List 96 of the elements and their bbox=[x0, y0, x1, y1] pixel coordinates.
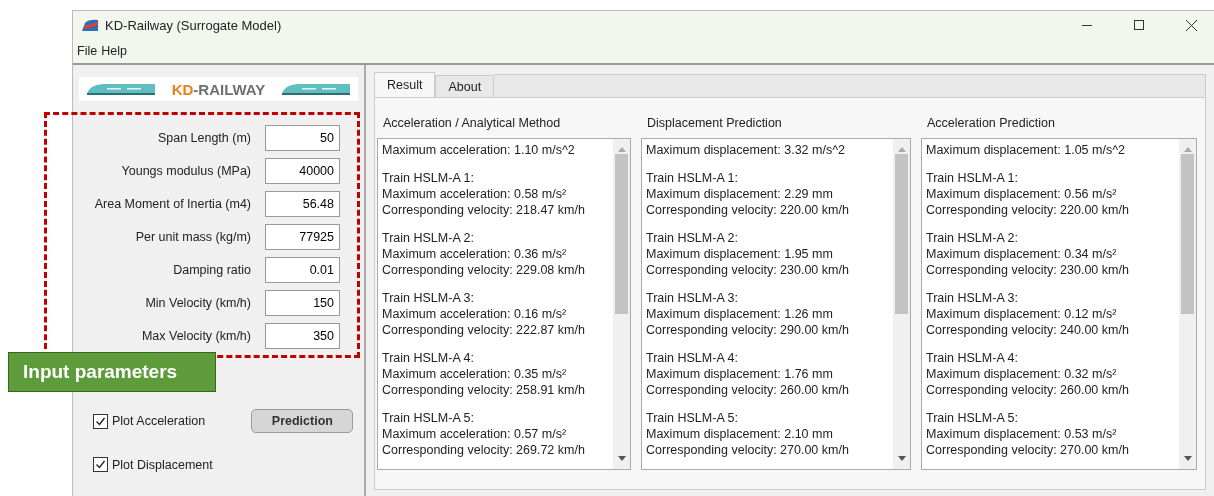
close-icon bbox=[1185, 19, 1197, 31]
result-line: Train HSLM-A 3: bbox=[926, 290, 1019, 306]
result-line: Train HSLM-A 2: bbox=[646, 230, 739, 246]
app-icon bbox=[81, 18, 99, 32]
result-line: Maximum acceleration: 0.16 m/s² bbox=[382, 306, 568, 322]
scroll-up-icon bbox=[617, 147, 626, 152]
input-field[interactable]: 77925 bbox=[265, 224, 340, 250]
result-line: Train HSLM-A 5: bbox=[646, 410, 739, 426]
result-line: Corresponding velocity: 220.00 km/h bbox=[926, 202, 1130, 218]
result-line: Maximum displacement: 1.05 m/s^2 bbox=[926, 142, 1126, 158]
check-icon bbox=[94, 458, 107, 471]
result-line: Corresponding velocity: 240.00 km/h bbox=[926, 322, 1130, 338]
scroll-thumb[interactable] bbox=[615, 154, 628, 314]
result-line: Maximum displacement: 3.32 m/s^2 bbox=[646, 142, 846, 158]
minimize-icon bbox=[1082, 24, 1092, 26]
field-label: Min Velocity (km/h) bbox=[145, 296, 251, 310]
window-title: KD-Railway (Surrogate Model) bbox=[105, 17, 283, 33]
result-line: Corresponding velocity: 220.00 km/h bbox=[646, 202, 850, 218]
field-label: Per unit mass (kg/m) bbox=[135, 230, 251, 244]
result-line: Train HSLM-A 2: bbox=[382, 230, 475, 246]
scroll-up-icon bbox=[897, 147, 906, 152]
checkbox-option[interactable]: Plot Acceleration bbox=[93, 413, 206, 429]
result-line: Train HSLM-A 3: bbox=[382, 290, 475, 306]
input-field[interactable]: 50 bbox=[265, 125, 340, 151]
scrollbar[interactable] bbox=[893, 139, 910, 469]
column-title: Acceleration / Analytical Method bbox=[382, 116, 562, 130]
result-line: Maximum displacement: 0.53 m/s² bbox=[926, 426, 1118, 442]
tab[interactable]: About bbox=[435, 75, 495, 97]
result-line: Maximum acceleration: 1.10 m/s^2 bbox=[382, 142, 576, 158]
result-line: Maximum displacement: 0.34 m/s² bbox=[926, 246, 1118, 262]
input-field[interactable]: 350 bbox=[265, 323, 340, 349]
checkbox[interactable] bbox=[93, 457, 108, 472]
input-field[interactable]: 0.01 bbox=[265, 257, 340, 283]
field-label: Damping ratio bbox=[173, 263, 251, 277]
result-line: Maximum acceleration: 0.35 m/s² bbox=[382, 366, 568, 382]
result-line: Maximum displacement: 0.12 m/s² bbox=[926, 306, 1118, 322]
scrollbar[interactable] bbox=[613, 139, 630, 469]
input-field[interactable]: 56.48 bbox=[265, 191, 340, 217]
scroll-down-icon bbox=[1183, 456, 1192, 461]
scroll-up-icon bbox=[1183, 147, 1192, 152]
result-line: Corresponding velocity: 258.91 km/h bbox=[382, 382, 586, 398]
result-line: Corresponding velocity: 229.08 km/h bbox=[382, 262, 586, 278]
result-line: Train HSLM-A 4: bbox=[382, 350, 475, 366]
result-line: Train HSLM-A 5: bbox=[926, 410, 1019, 426]
logo-text: KD-RAILWAY bbox=[171, 80, 266, 98]
field-label: Youngs modulus (MPa) bbox=[121, 164, 251, 178]
scroll-thumb[interactable] bbox=[895, 154, 908, 314]
scroll-thumb[interactable] bbox=[1181, 154, 1194, 314]
result-line: Corresponding velocity: 270.00 km/h bbox=[646, 442, 850, 458]
result-line: Train HSLM-A 1: bbox=[382, 170, 475, 186]
result-line: Corresponding velocity: 290.00 km/h bbox=[646, 322, 850, 338]
train-icon bbox=[280, 82, 352, 96]
train-icon bbox=[85, 82, 157, 96]
result-line: Maximum displacement: 1.26 mm bbox=[646, 306, 834, 322]
result-line: Corresponding velocity: 218.47 km/h bbox=[382, 202, 586, 218]
result-line: Train HSLM-A 4: bbox=[646, 350, 739, 366]
checkbox[interactable] bbox=[93, 413, 108, 429]
result-line: Train HSLM-A 1: bbox=[926, 170, 1019, 186]
result-line: Maximum displacement: 0.56 m/s² bbox=[926, 186, 1118, 202]
maximize-icon bbox=[1134, 20, 1144, 30]
checkbox-option[interactable]: Plot Displacement bbox=[93, 457, 213, 472]
tab[interactable]: Result bbox=[374, 72, 436, 97]
result-line: Maximum acceleration: 0.57 m/s² bbox=[382, 426, 568, 442]
column-title: Acceleration Prediction bbox=[926, 116, 1056, 130]
scroll-down-icon bbox=[617, 456, 626, 461]
result-line: Train HSLM-A 2: bbox=[926, 230, 1019, 246]
scrollbar[interactable] bbox=[1179, 139, 1196, 469]
field-label: Max Velocity (km/h) bbox=[141, 329, 251, 343]
result-line: Train HSLM-A 5: bbox=[382, 410, 475, 426]
result-line: Maximum displacement: 2.29 mm bbox=[646, 186, 834, 202]
input-field[interactable]: 150 bbox=[265, 290, 340, 316]
result-line: Maximum acceleration: 0.36 m/s² bbox=[382, 246, 568, 262]
field-label: Area Moment of Inertia (m4) bbox=[94, 197, 251, 211]
result-line: Maximum acceleration: 0.58 m/s² bbox=[382, 186, 568, 202]
column-title: Displacement Prediction bbox=[646, 116, 783, 130]
menu-item[interactable]: Help bbox=[101, 44, 127, 58]
result-line: Maximum displacement: 2.10 mm bbox=[646, 426, 834, 442]
result-line: Corresponding velocity: 222.87 km/h bbox=[382, 322, 586, 338]
scroll-down-icon bbox=[897, 456, 906, 461]
prediction-button[interactable]: Prediction bbox=[251, 409, 354, 433]
menu-item[interactable]: File bbox=[77, 44, 98, 58]
result-line: Corresponding velocity: 260.00 km/h bbox=[646, 382, 850, 398]
result-line: Corresponding velocity: 230.00 km/h bbox=[926, 262, 1130, 278]
result-line: Corresponding velocity: 260.00 km/h bbox=[926, 382, 1130, 398]
result-line: Maximum displacement: 0.32 m/s² bbox=[926, 366, 1118, 382]
result-line: Train HSLM-A 4: bbox=[926, 350, 1019, 366]
annotation-label: Input parameters bbox=[8, 352, 216, 392]
input-field[interactable]: 40000 bbox=[265, 158, 340, 184]
result-line: Corresponding velocity: 230.00 km/h bbox=[646, 262, 850, 278]
result-line: Corresponding velocity: 269.72 km/h bbox=[382, 442, 586, 458]
result-line: Maximum displacement: 1.95 mm bbox=[646, 246, 834, 262]
result-line: Corresponding velocity: 270.00 km/h bbox=[926, 442, 1130, 458]
result-line: Train HSLM-A 3: bbox=[646, 290, 739, 306]
result-line: Train HSLM-A 1: bbox=[646, 170, 739, 186]
field-label: Span Length (m) bbox=[157, 131, 251, 145]
result-line: Maximum displacement: 1.76 mm bbox=[646, 366, 834, 382]
